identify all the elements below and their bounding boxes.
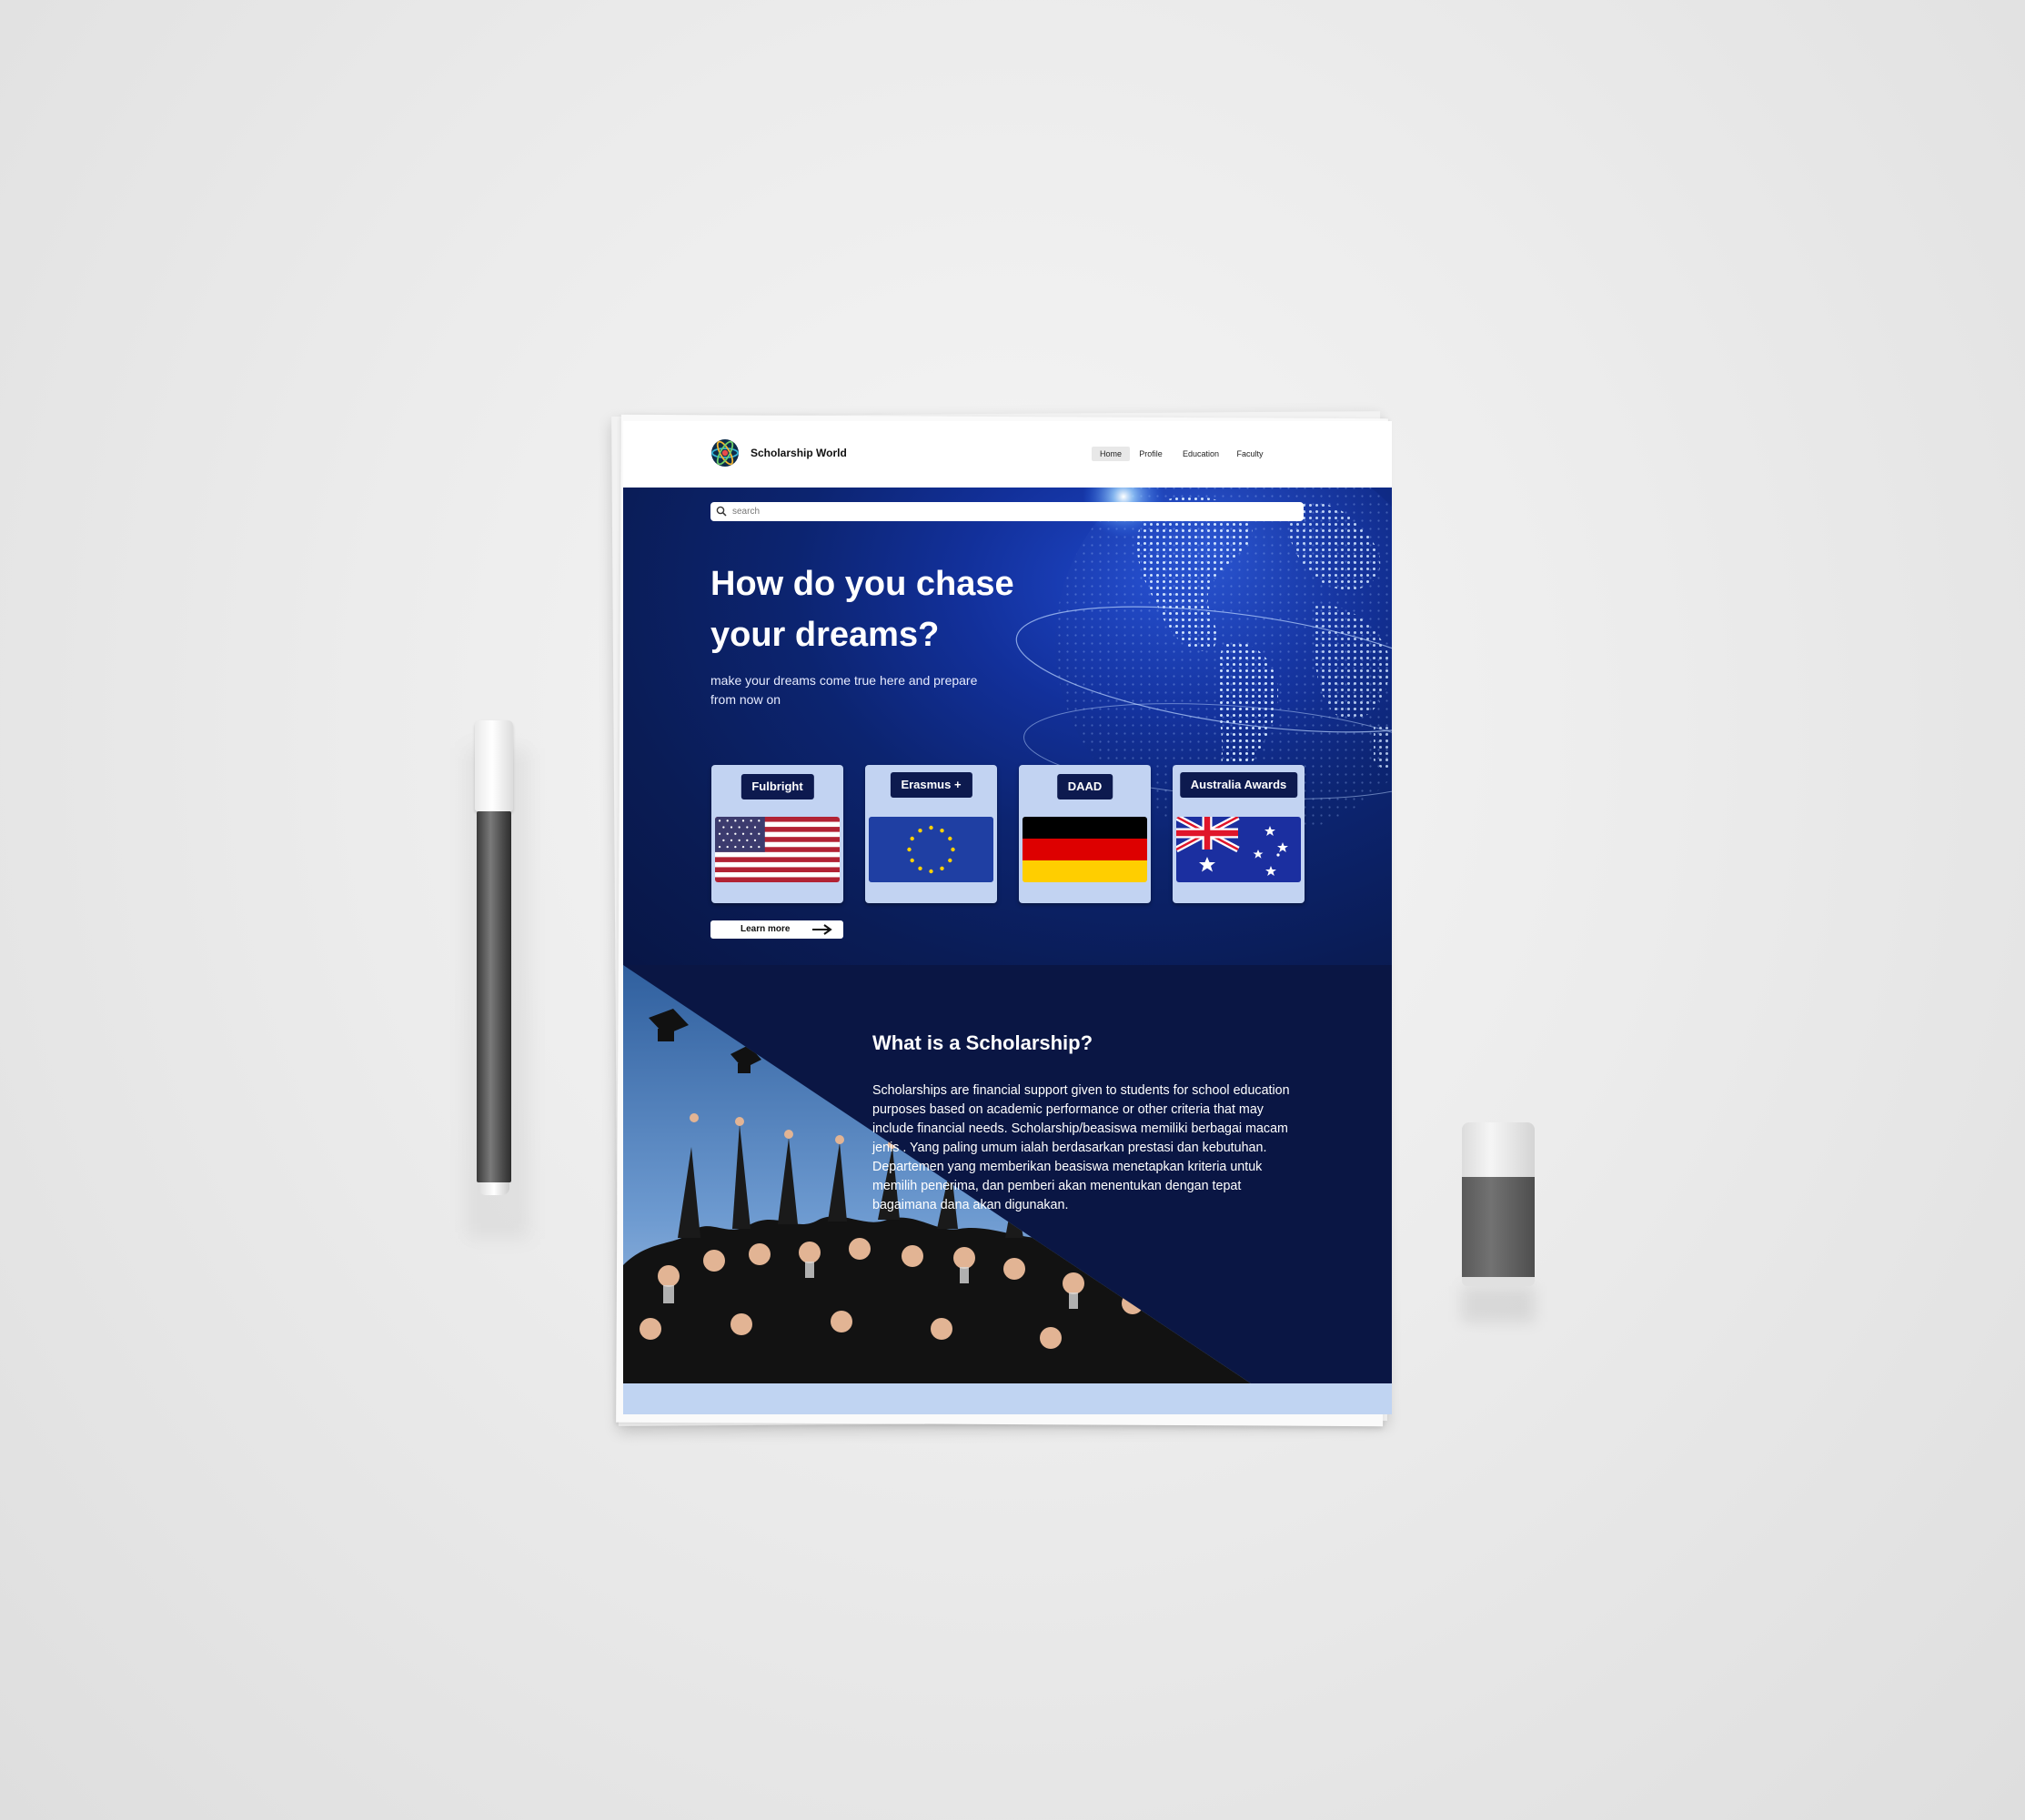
hero-title: How do you chase your dreams? [710,565,1014,654]
card-fulbright[interactable]: Fulbright [711,765,843,903]
site-header: Scholarship World Home Profile Education… [623,421,1392,488]
learn-more-button[interactable]: Learn more [710,920,843,939]
arrow-right-icon [812,924,832,935]
hero-section: search How do you chase your dreams? mak… [623,488,1392,965]
marker-pen [466,720,529,1239]
eraser [1462,1122,1535,1322]
australia-flag-icon [1176,817,1301,882]
footer-band [623,1383,1392,1414]
about-body: Scholarships are financial support given… [872,1083,1290,1212]
nav-home[interactable]: Home [1092,447,1130,461]
brand-name[interactable]: Scholarship World [751,447,847,459]
germany-flag-icon [1023,817,1147,882]
card-label-fulbright: Fulbright [740,774,814,799]
nav-faculty[interactable]: Faculty [1232,447,1268,461]
search-bar[interactable]: search [710,502,1304,521]
hero-subtitle: make your dreams come true here and prep… [710,673,978,707]
search-input[interactable]: search [732,505,760,518]
learn-more-label: Learn more [740,924,791,934]
eu-flag-icon [869,817,993,882]
card-erasmus[interactable]: Erasmus + [865,765,997,903]
card-label-daad: DAAD [1056,774,1113,799]
website-mockup: Scholarship World Home Profile Education… [623,421,1392,1414]
card-australia-awards[interactable]: Australia Awards [1173,765,1305,903]
nav-profile[interactable]: Profile [1133,447,1169,461]
search-icon [716,506,727,517]
atom-logo-icon [711,439,739,467]
about-title: What is a Scholarship? [872,1031,1093,1054]
card-label-australia-awards: Australia Awards [1179,772,1298,798]
card-daad[interactable]: DAAD [1019,765,1151,903]
usa-flag-icon [715,817,840,882]
nav-education[interactable]: Education [1177,447,1224,461]
card-label-erasmus: Erasmus + [890,772,972,798]
about-section: What is a Scholarship? Scholarships are … [623,965,1392,1383]
